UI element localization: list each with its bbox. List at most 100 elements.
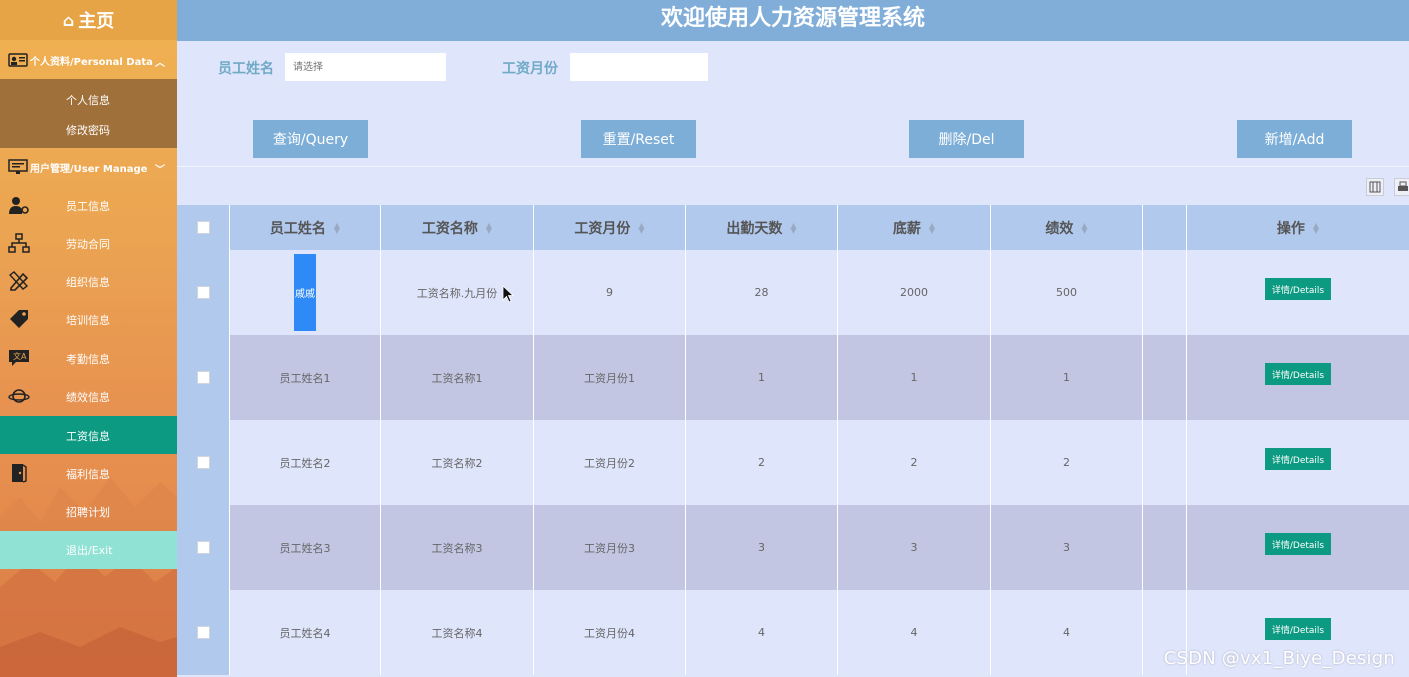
submenu-item-password[interactable]: 修改密码: [0, 122, 177, 138]
query-button[interactable]: 查询/Query: [253, 120, 368, 158]
table-cell: 28: [686, 250, 838, 335]
sidebar-item-welfare[interactable]: 福利信息: [0, 454, 177, 492]
sidebar-item-salary[interactable]: 工资信息: [0, 416, 177, 454]
sidebar-item-attendance[interactable]: 文A 考勤信息: [0, 339, 177, 377]
print-icon[interactable]: [1394, 178, 1409, 196]
table-cell: 3: [991, 505, 1143, 590]
cell-text: 工资名称3: [431, 541, 483, 555]
menu-group-user-manage-label: 用户管理/User Manage: [30, 163, 148, 175]
empty-cell: [1143, 420, 1187, 505]
column-header[interactable]: 绩效 ▲ ▼: [991, 205, 1143, 250]
sidebar-item-label: 劳动合同: [66, 238, 110, 251]
sidebar-item-contract[interactable]: 劳动合同: [0, 224, 177, 262]
table-cell: 500: [991, 250, 1143, 335]
cell-text: 4: [910, 626, 918, 639]
row-checkbox[interactable]: [196, 371, 210, 384]
sidebar-item-label: 绩效信息: [66, 391, 110, 404]
row-checkbox[interactable]: [196, 456, 210, 469]
sidebar-item-label: 组织信息: [66, 276, 110, 289]
table-cell: 工资名称4: [381, 590, 534, 675]
row-checkbox[interactable]: [196, 286, 210, 299]
table-cell: 戚戚: [230, 250, 381, 335]
sidebar-item-label: 福利信息: [66, 468, 110, 481]
sidebar-item-label: 培训信息: [66, 314, 110, 327]
column-header[interactable]: 工资名称 ▲ ▼: [381, 205, 534, 250]
details-button[interactable]: 详情/Details: [1265, 533, 1331, 555]
cell-text: 工资名称4: [431, 626, 483, 640]
column-header[interactable]: 工资月份 ▲ ▼: [534, 205, 686, 250]
table-cell: 员工姓名2: [230, 420, 381, 505]
row-checkbox[interactable]: [196, 541, 210, 554]
svg-text:文A: 文A: [13, 351, 27, 361]
column-header[interactable]: 底薪 ▲ ▼: [838, 205, 991, 250]
actions-cell: 详情/Details: [1187, 250, 1409, 335]
exit-button[interactable]: 退出/Exit: [0, 531, 177, 569]
table-cell: 员工姓名1: [230, 335, 381, 420]
empty-cell: [1143, 505, 1187, 590]
row-select-cell: [177, 420, 230, 505]
table-cell: 工资名称3: [381, 505, 534, 590]
actions-cell: 详情/Details: [1187, 505, 1409, 590]
cell-text: 500: [1056, 286, 1077, 299]
cell-text: 1: [910, 371, 918, 384]
column-header: [1143, 205, 1187, 250]
sort-icon: ▲ ▼: [1081, 220, 1088, 235]
submenu-item-profile[interactable]: 个人信息: [0, 92, 177, 108]
details-button[interactable]: 详情/Details: [1265, 278, 1331, 300]
user-gear-icon: [9, 197, 29, 214]
cell-text: 2000: [900, 286, 928, 299]
column-header[interactable]: 操作 ▲ ▼: [1187, 205, 1409, 250]
table-cell: 2: [686, 420, 838, 505]
add-button[interactable]: 新增/Add: [1237, 120, 1352, 158]
salary-month-input[interactable]: [570, 53, 708, 81]
sidebar-item-recruitment[interactable]: 招聘计划: [0, 492, 177, 530]
table-cell: 员工姓名4: [230, 590, 381, 675]
home-label: 主页: [78, 11, 115, 32]
sidebar-item-performance[interactable]: 绩效信息: [0, 377, 177, 415]
row-select-cell: [177, 250, 230, 335]
details-button[interactable]: 详情/Details: [1265, 363, 1331, 385]
details-button[interactable]: 详情/Details: [1265, 618, 1331, 640]
employee-name-highlight: 戚戚: [294, 254, 316, 331]
table-cell: 2000: [838, 250, 991, 335]
id-card-icon: [8, 53, 28, 67]
home-link[interactable]: ⌂ 主页: [0, 0, 177, 40]
table-cell: 4: [991, 590, 1143, 675]
column-header[interactable]: 出勤天数 ▲ ▼: [686, 205, 838, 250]
delete-button[interactable]: 删除/Del: [909, 120, 1024, 158]
employee-name-select[interactable]: [285, 53, 446, 81]
monitor-icon: [8, 159, 28, 174]
tag-icon: [10, 310, 28, 328]
actions-cell: 详情/Details: [1187, 335, 1409, 420]
sidebar-item-training[interactable]: 培训信息: [0, 300, 177, 338]
sort-icon: ▲ ▼: [485, 220, 493, 235]
columns-toggle-icon[interactable]: [1366, 178, 1384, 196]
select-all-checkbox[interactable]: [196, 221, 210, 234]
cell-text: 4: [758, 626, 765, 639]
chevron-down-icon: ﹀: [155, 165, 165, 176]
table-cell: 1: [686, 335, 838, 420]
sidebar-item-employee[interactable]: 员工信息: [0, 186, 177, 224]
column-header[interactable]: 员工姓名 ▲ ▼: [230, 205, 381, 250]
row-checkbox[interactable]: [196, 626, 210, 639]
cell-text: 工资月份3: [584, 541, 635, 555]
sort-icon: ▲ ▼: [333, 220, 341, 235]
cell-text: 3: [910, 541, 918, 554]
table-cell: 2: [991, 420, 1143, 505]
employee-name-label: 员工姓名: [218, 61, 274, 77]
details-button[interactable]: 详情/Details: [1265, 448, 1331, 470]
reset-button[interactable]: 重置/Reset: [581, 120, 696, 158]
table-cell: 9: [534, 250, 686, 335]
table-cell: 1: [991, 335, 1143, 420]
table-cell: 1: [838, 335, 991, 420]
sort-icon: ▲ ▼: [928, 220, 936, 235]
table-cell: 工资月份2: [534, 420, 686, 505]
menu-group-user-manage[interactable]: 用户管理/User Manage ﹀: [0, 148, 177, 186]
divider: [177, 166, 1409, 167]
table-cell: 工资月份3: [534, 505, 686, 590]
sort-icon: ▲ ▼: [638, 220, 645, 235]
menu-group-personal[interactable]: 个人资料/Personal Data ︿: [0, 41, 177, 79]
sidebar-item-organization[interactable]: 组织信息: [0, 262, 177, 300]
table-cell: 4: [686, 590, 838, 675]
table-cell: 员工姓名3: [230, 505, 381, 590]
